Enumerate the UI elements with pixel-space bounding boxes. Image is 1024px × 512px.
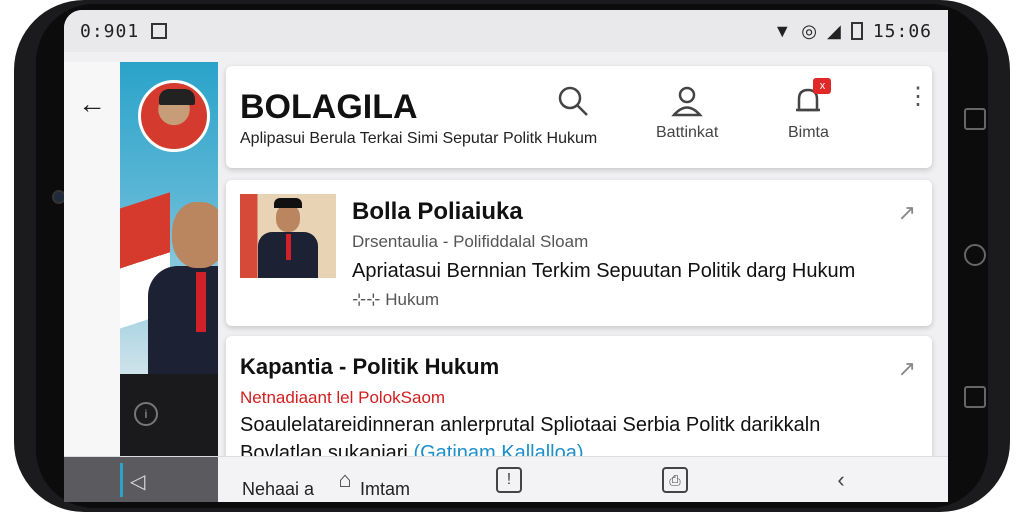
signal-icon: ◢ <box>826 20 841 41</box>
share-arrow-icon[interactable]: ↗ <box>898 200 916 226</box>
profile-photo-strip <box>120 62 218 374</box>
bottom-navigation: ◁ Nehaai a ⌂ Imtam ! ⎙ ‹ <box>64 456 948 502</box>
news-description: Apriatasui Bernnian Terkim Sepuutan Poli… <box>352 260 856 282</box>
news-title[interactable]: Bolla Poliaiuka <box>352 198 523 226</box>
official-photo <box>148 202 218 374</box>
home-button[interactable] <box>964 244 986 266</box>
wifi-icon: ▼ <box>773 20 792 41</box>
bottom-back-panel[interactable]: ◁ <box>64 457 218 502</box>
app-subtitle: Aplipasui Berula Terkai Simi Seputar Pol… <box>240 130 598 147</box>
copy-button[interactable] <box>964 386 986 408</box>
status-bar: 0:901 ▼ ◎ ◢ 15:06 <box>64 10 948 52</box>
news-meta: Drsentaulia - Polifiddalal Sloam <box>352 232 589 251</box>
app-header: BOLAGILA Aplipasui Berula Terkai Simi Se… <box>226 66 932 168</box>
back-triangle-icon[interactable]: ◁ <box>130 469 145 494</box>
app-title: BOLAGILA <box>240 88 418 126</box>
bottom-label: Nehaai a <box>242 479 315 499</box>
notifications-button[interactable]: x Bimta <box>788 78 832 142</box>
back-arrow-icon[interactable]: ← <box>78 90 108 120</box>
news-title[interactable]: Kapantia - Politik Hukum <box>240 354 499 380</box>
vibrate-icon: ◎ <box>801 20 817 41</box>
strip-bottom-panel: i <box>120 374 218 456</box>
panel-divider <box>120 463 123 497</box>
home-label[interactable]: Imtam <box>360 479 410 500</box>
phone-screen: 0:901 ▼ ◎ ◢ 15:06 ← i BOLAGILA Aplipasui… <box>64 10 948 502</box>
status-icons: ▼ ◎ ◢ 15:06 <box>773 21 932 42</box>
user-icon <box>671 86 703 117</box>
news-meta: Netnadiaant lel PolokSaom <box>240 388 446 407</box>
news-description: Soaulelatareidinneran anlerprutal Spliot… <box>240 414 821 436</box>
news-card[interactable]: Bolla Poliaiuka Drsentaulia - Polifiddal… <box>226 180 932 326</box>
news-tag[interactable]: ⊹⊹ Hukum <box>352 290 439 310</box>
account-label: Battinkat <box>656 124 719 141</box>
avatar[interactable] <box>138 80 210 152</box>
recent-apps-button[interactable] <box>964 108 986 130</box>
nav-column: ← <box>64 62 120 502</box>
notifications-label: Bimta <box>788 124 829 141</box>
share-arrow-icon[interactable]: ↗ <box>898 356 916 382</box>
search-button[interactable] <box>556 84 590 124</box>
alert-icon[interactable]: ! <box>496 467 522 493</box>
more-options-icon[interactable]: ⋮ <box>906 85 930 109</box>
account-button[interactable]: Battinkat <box>656 84 718 142</box>
home-icon[interactable]: ⌂ <box>330 467 360 495</box>
chevron-left-icon[interactable]: ‹ <box>826 467 856 495</box>
battery-icon <box>850 22 863 40</box>
search-icon <box>558 86 588 116</box>
book-icon[interactable]: ⎙ <box>662 467 688 493</box>
status-time: 0:901 <box>80 20 140 42</box>
info-icon[interactable]: i <box>134 402 158 426</box>
notification-icon <box>151 23 168 39</box>
news-card[interactable]: Kapantia - Politik Hukum Netnadiaant lel… <box>226 336 932 468</box>
news-thumbnail <box>240 194 336 278</box>
status-clock: 15:06 <box>872 20 932 42</box>
notification-badge: x <box>813 78 832 94</box>
